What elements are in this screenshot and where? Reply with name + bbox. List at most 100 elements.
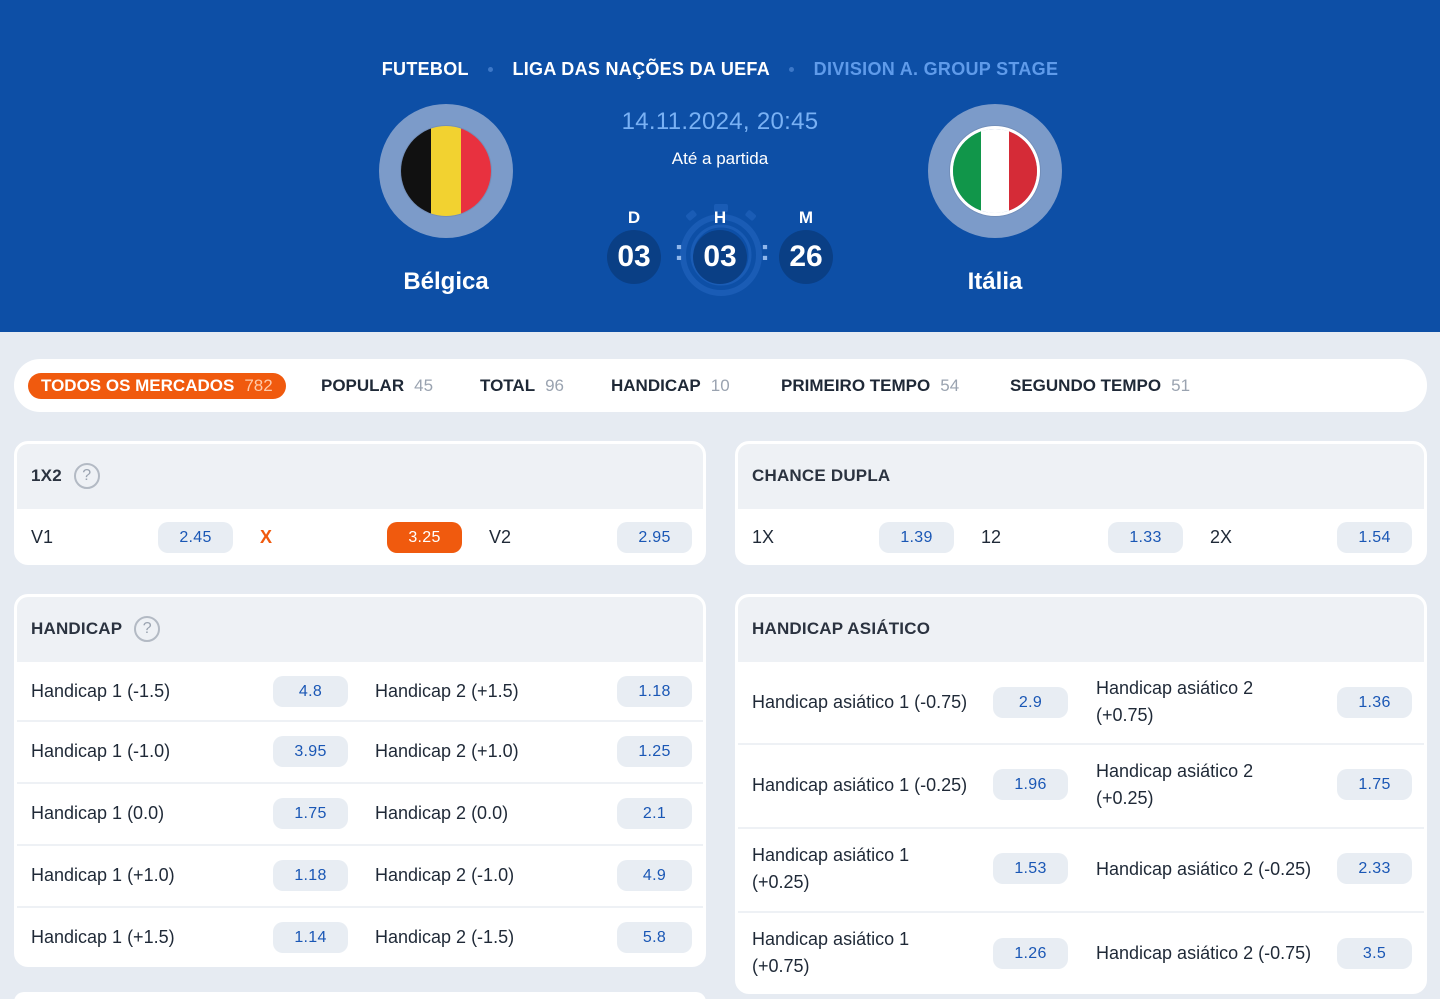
tab-todos-os-mercados[interactable]: TODOS OS MERCADOS 782	[28, 373, 286, 399]
home-team: Bélgica	[379, 104, 513, 296]
market-row: Handicap asiático 1 (-0.25) 1.96 Handica…	[738, 743, 1424, 827]
market-row: Handicap 1 (+1.5) 1.14 Handicap 2 (-1.5)…	[17, 906, 703, 964]
odd-button-selected[interactable]: 3.25	[387, 522, 462, 553]
market-header: CHANCE DUPLA	[738, 444, 1424, 507]
match-header: FUTEBOL LIGA DAS NAÇÕES DA UEFA DIVISION…	[0, 0, 1440, 332]
odd-button[interactable]: 3.95	[273, 736, 348, 767]
tab-count: 54	[940, 376, 960, 395]
market-title: 1X2	[31, 465, 62, 485]
market-row: V1 2.45 X 3.25 V2 2.95	[17, 507, 703, 562]
countdown-separator: :	[674, 234, 684, 267]
odd-button[interactable]: 1.39	[879, 522, 954, 553]
outcome-label-line2: (+0.25)	[752, 872, 810, 892]
outcome-label: Handicap 1 (-1.5)	[31, 681, 171, 701]
tab-label: TODOS OS MERCADOS	[41, 376, 235, 395]
countdown-hours-label: H	[713, 208, 727, 227]
outcome-label: Handicap 2 (+1.5)	[375, 681, 519, 701]
outcome-label: Handicap asiático 2	[1096, 761, 1254, 781]
odd-button[interactable]: 1.33	[1108, 522, 1183, 553]
odd-button[interactable]: 2.1	[617, 798, 692, 829]
tab-count: 96	[545, 376, 565, 395]
outcome-label: Handicap 1 (-1.0)	[31, 741, 171, 761]
flag-stripe	[431, 126, 461, 216]
tab-handicap[interactable]: HANDICAP 10	[611, 373, 730, 399]
outcome-label: Handicap 2 (-1.5)	[375, 927, 515, 947]
market-row: Handicap 1 (-1.0) 3.95 Handicap 2 (+1.0)…	[17, 720, 703, 782]
outcome-label: Handicap 2 (+1.0)	[375, 741, 519, 761]
countdown-minutes-label: M	[798, 208, 814, 227]
odd-button[interactable]: 2.95	[617, 522, 692, 553]
odd-button[interactable]: 2.9	[993, 687, 1068, 718]
market-row: Handicap asiático 1 (-0.75) 2.9 Handicap…	[738, 660, 1424, 743]
odd-button[interactable]: 1.36	[1337, 687, 1412, 718]
outcome-label: Handicap asiático 1	[752, 845, 910, 865]
breadcrumb-sport[interactable]: FUTEBOL	[382, 59, 469, 80]
outcome-label: Handicap 2 (0.0)	[375, 803, 509, 823]
odd-button[interactable]: 1.14	[273, 922, 348, 953]
market-header: HANDICAP ASIÁTICO	[738, 597, 1424, 660]
help-icon[interactable]: ?	[73, 462, 100, 489]
odd-button[interactable]: 1.18	[617, 676, 692, 707]
market-title: CHANCE DUPLA	[752, 465, 891, 485]
away-flag-ring	[928, 104, 1062, 238]
market-tabs: TODOS OS MERCADOS 782 POPULAR 45 TOTAL 96 H…	[14, 359, 1427, 412]
match-datetime: 14.11.2024, 20:45	[621, 108, 819, 135]
outcome-label: 2X	[1210, 527, 1233, 547]
market-header: 1X2 ?	[17, 444, 703, 507]
flag-stripe	[1009, 129, 1037, 213]
market-row: 1X 1.39 12 1.33 2X 1.54	[738, 507, 1424, 562]
breadcrumb-stage[interactable]: DIVISION A. GROUP STAGE	[814, 59, 1059, 80]
odd-button[interactable]: 1.75	[273, 798, 348, 829]
breadcrumb-league[interactable]: LIGA DAS NAÇÕES DA UEFA	[512, 59, 770, 80]
outcome-label-line2: (+0.75)	[752, 956, 810, 976]
market-row: Handicap 1 (-1.5) 4.8 Handicap 2 (+1.5) …	[17, 660, 703, 720]
outcome-label: X	[260, 527, 273, 547]
next-market-card	[14, 992, 706, 999]
odd-button[interactable]: 1.75	[1337, 769, 1412, 800]
outcome-label: V2	[489, 527, 512, 547]
outcome-label: Handicap asiático 1	[752, 929, 910, 949]
tab-segundo-tempo[interactable]: SEGUNDO TEMPO 51	[1010, 373, 1190, 399]
market-handicap: HANDICAP ? Handicap 1 (-1.5) 4.8 Handica…	[14, 594, 706, 967]
outcome-label: V1	[31, 527, 54, 547]
outcome-label: Handicap asiático 1 (-0.25)	[752, 775, 968, 795]
countdown-hours: H 03	[693, 208, 747, 284]
countdown-minutes-value: 26	[779, 230, 833, 284]
tab-popular[interactable]: POPULAR 45	[321, 373, 433, 399]
outcome-label-line2: (+0.25)	[1096, 788, 1154, 808]
outcome-label: Handicap 1 (+1.0)	[31, 865, 175, 885]
tab-total[interactable]: TOTAL 96	[480, 373, 564, 399]
outcome-label: Handicap asiático 2 (-0.25)	[1096, 859, 1312, 879]
odd-button[interactable]: 5.8	[617, 922, 692, 953]
countdown-days: D 03	[607, 208, 661, 284]
outcome-label: Handicap asiático 2	[1096, 678, 1254, 698]
tab-count: 51	[1171, 376, 1191, 395]
flag-stripe	[981, 129, 1009, 213]
odd-button[interactable]: 1.25	[617, 736, 692, 767]
help-icon[interactable]: ?	[134, 615, 161, 642]
home-team-name: Bélgica	[403, 268, 489, 295]
odd-button[interactable]: 1.96	[993, 769, 1068, 800]
home-flag-ring	[379, 104, 513, 238]
breadcrumb-separator	[488, 66, 494, 72]
countdown-days-value: 03	[607, 230, 661, 284]
flag-stripe	[953, 129, 981, 213]
italy-flag-icon	[950, 126, 1040, 216]
odd-button[interactable]: 2.33	[1337, 853, 1412, 884]
market-row: Handicap asiático 1 (+0.75) 1.26 Handica…	[738, 911, 1424, 991]
odd-button[interactable]: 4.9	[617, 860, 692, 891]
odd-button[interactable]: 2.45	[158, 522, 233, 553]
odd-button[interactable]: 4.8	[273, 676, 348, 707]
tab-label: PRIMEIRO TEMPO	[781, 376, 931, 395]
market-title: HANDICAP	[31, 618, 123, 638]
odd-button[interactable]: 1.53	[993, 853, 1068, 884]
market-chance-dupla: CHANCE DUPLA 1X 1.39 12 1.33 2X 1.54	[735, 441, 1427, 565]
odd-button[interactable]: 3.5	[1337, 938, 1412, 969]
tab-label: SEGUNDO TEMPO	[1010, 376, 1162, 395]
odd-button[interactable]: 1.18	[273, 860, 348, 891]
odd-button[interactable]: 1.54	[1337, 522, 1412, 553]
tab-primeiro-tempo[interactable]: PRIMEIRO TEMPO 54	[781, 373, 959, 399]
odd-button[interactable]: 1.26	[993, 938, 1068, 969]
outcome-label-line2: (+0.75)	[1096, 705, 1154, 725]
outcome-label: Handicap asiático 2 (-0.75)	[1096, 943, 1312, 963]
